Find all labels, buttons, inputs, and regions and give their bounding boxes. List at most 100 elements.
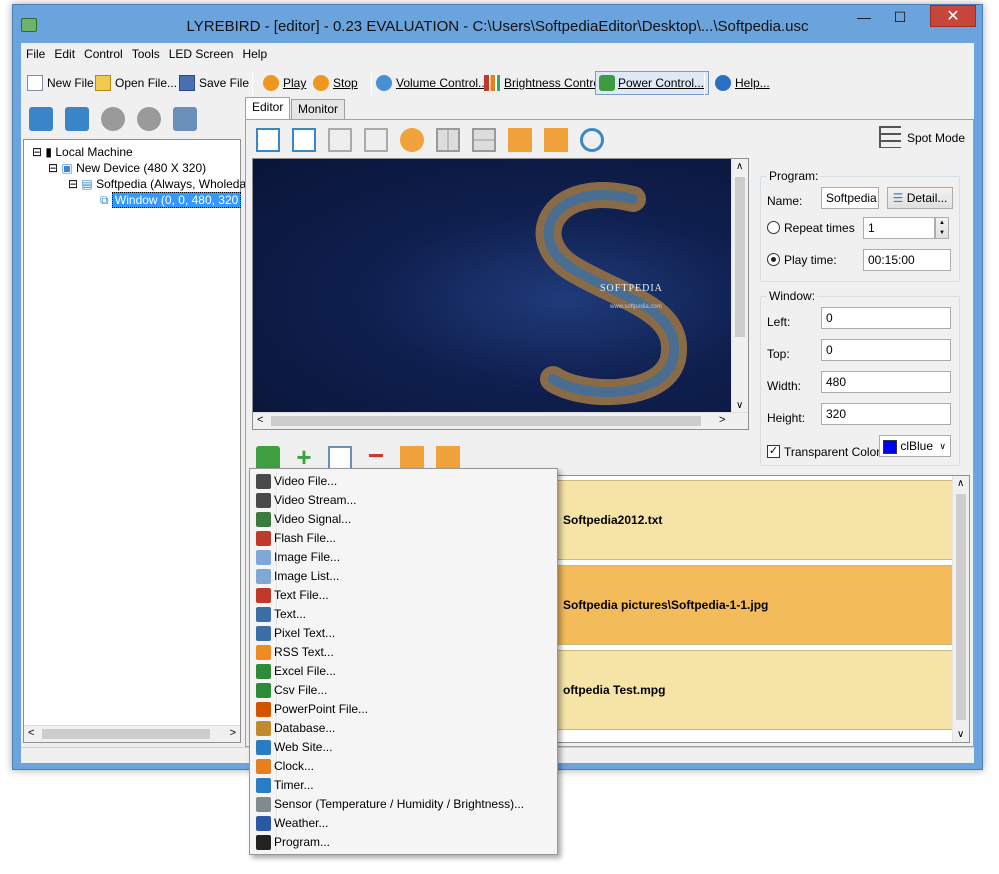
open-file-button[interactable]: Open File... bbox=[95, 72, 177, 96]
menu-item-video-signal[interactable]: Video Signal... bbox=[252, 510, 555, 529]
item-up-icon[interactable] bbox=[400, 446, 424, 470]
bring-front-icon[interactable] bbox=[328, 128, 352, 152]
repeat-times-field[interactable]: 1 bbox=[863, 217, 935, 239]
menu-item-text[interactable]: Text... bbox=[252, 605, 555, 624]
scroll-down-icon[interactable]: ∨ bbox=[957, 729, 964, 740]
fit-window-icon[interactable] bbox=[400, 128, 424, 152]
menu-item-flash-file[interactable]: Flash File... bbox=[252, 529, 555, 548]
left-field[interactable]: 0 bbox=[821, 307, 951, 329]
add-item-menu-icon[interactable] bbox=[256, 446, 280, 470]
maximize-button[interactable]: ☐ bbox=[886, 9, 914, 27]
delete-window-icon[interactable] bbox=[292, 128, 316, 152]
repeat-spin-buttons[interactable]: ▲ ▼ bbox=[935, 217, 949, 239]
split-vertical-icon[interactable] bbox=[436, 128, 460, 152]
item-properties-icon[interactable] bbox=[328, 446, 352, 470]
zoom-icon[interactable] bbox=[580, 128, 604, 152]
tree-node-device[interactable]: ⊟ ▣ New Device (480 X 320) bbox=[48, 160, 206, 176]
menu-edit[interactable]: Edit bbox=[49, 43, 79, 61]
split-horizontal-icon[interactable] bbox=[472, 128, 496, 152]
menu-help[interactable]: Help bbox=[237, 43, 271, 61]
play-button[interactable]: Play bbox=[263, 72, 306, 96]
power-control-button[interactable]: Power Control... bbox=[595, 71, 710, 95]
screen-preview[interactable]: SOFTPEDIA www.softpedia.com ∧ ∨ < > bbox=[252, 158, 749, 430]
menu-item-rss[interactable]: RSS Text... bbox=[252, 643, 555, 662]
menu-item-program[interactable]: Program... bbox=[252, 833, 555, 852]
menu-control[interactable]: Control bbox=[79, 43, 127, 61]
tree-node-window[interactable]: ⧉ Window (0, 0, 480, 320 bbox=[100, 192, 242, 208]
height-field[interactable]: 320 bbox=[821, 403, 951, 425]
menu-item-powerpoint-file[interactable]: PowerPoint File... bbox=[252, 700, 555, 719]
width-field[interactable]: 480 bbox=[821, 371, 951, 393]
align-left-icon[interactable] bbox=[508, 128, 532, 152]
main-toolbar: New File Open File... Save File Play Sto… bbox=[21, 67, 974, 99]
move-up-icon[interactable] bbox=[101, 107, 125, 131]
scroll-up-icon[interactable]: ∧ bbox=[957, 478, 964, 489]
menu-item-video-file[interactable]: Video File... bbox=[252, 472, 555, 491]
top-field[interactable]: 0 bbox=[821, 339, 951, 361]
stop-icon bbox=[313, 75, 329, 91]
volume-control-button[interactable]: Volume Control... bbox=[376, 72, 488, 96]
menu-led-screen[interactable]: LED Screen bbox=[164, 43, 238, 61]
align-right-icon[interactable] bbox=[544, 128, 568, 152]
scroll-right-icon[interactable]: > bbox=[719, 414, 725, 426]
tab-monitor[interactable]: Monitor bbox=[291, 99, 346, 119]
add-window-icon[interactable] bbox=[256, 128, 280, 152]
menu-file[interactable]: File bbox=[21, 43, 49, 61]
scroll-thumb[interactable] bbox=[735, 177, 745, 337]
play-time-field[interactable]: 00:15:00 bbox=[863, 249, 951, 271]
item-down-icon[interactable] bbox=[436, 446, 460, 470]
tab-editor[interactable]: Editor bbox=[245, 97, 291, 119]
menu-item-database[interactable]: Database... bbox=[252, 719, 555, 738]
stop-button[interactable]: Stop bbox=[313, 72, 358, 96]
tree-horizontal-scrollbar[interactable]: < > bbox=[24, 725, 240, 742]
scroll-left-icon[interactable]: < bbox=[257, 414, 263, 426]
menu-item-sensor[interactable]: Sensor (Temperature / Humidity / Brightn… bbox=[252, 795, 555, 814]
scroll-down-icon[interactable]: ∨ bbox=[736, 400, 743, 411]
remove-item-icon[interactable]: − bbox=[364, 442, 388, 470]
new-file-button[interactable]: New File bbox=[27, 72, 94, 96]
color-select[interactable]: clBlue ∨ bbox=[879, 435, 951, 457]
tree-node-local-machine[interactable]: ⊟ ▮ Local Machine bbox=[32, 144, 133, 160]
title-bar[interactable]: LYREBIRD - [editor] - 0.23 EVALUATION - … bbox=[13, 5, 982, 43]
transparent-color-checkbox[interactable]: ✓ bbox=[767, 445, 780, 458]
minimize-button[interactable]: — bbox=[850, 9, 878, 27]
menu-item-timer[interactable]: Timer... bbox=[252, 776, 555, 795]
scroll-thumb[interactable] bbox=[956, 494, 966, 720]
menu-item-excel-file[interactable]: Excel File... bbox=[252, 662, 555, 681]
play-time-radio[interactable] bbox=[767, 253, 780, 266]
close-button[interactable]: ✕ bbox=[930, 5, 976, 27]
help-button[interactable]: Help... bbox=[715, 72, 770, 96]
send-back-icon[interactable] bbox=[364, 128, 388, 152]
menu-item-video-stream[interactable]: Video Stream... bbox=[252, 491, 555, 510]
menu-item-pixel-text[interactable]: Pixel Text... bbox=[252, 624, 555, 643]
network-icon[interactable] bbox=[173, 107, 197, 131]
detail-button[interactable]: ☰ Detail... bbox=[887, 187, 953, 209]
menu-tools[interactable]: Tools bbox=[127, 43, 164, 61]
scroll-right-icon[interactable]: > bbox=[230, 727, 236, 739]
menu-item-weather[interactable]: Weather... bbox=[252, 814, 555, 833]
save-file-button[interactable]: Save File bbox=[179, 72, 249, 96]
spot-mode-button[interactable]: Spot Mode bbox=[878, 126, 965, 150]
scroll-up-icon[interactable]: ∧ bbox=[736, 161, 743, 172]
scroll-thumb[interactable] bbox=[42, 729, 210, 739]
add-device-icon[interactable] bbox=[29, 107, 53, 131]
preview-horizontal-scrollbar[interactable]: < > bbox=[253, 412, 748, 429]
move-down-icon[interactable] bbox=[137, 107, 161, 131]
name-field[interactable]: Softpedia bbox=[821, 187, 879, 209]
list-vertical-scrollbar[interactable]: ∧ ∨ bbox=[952, 476, 969, 742]
scroll-thumb[interactable] bbox=[271, 416, 701, 426]
menu-item-image-list[interactable]: Image List... bbox=[252, 567, 555, 586]
preview-vertical-scrollbar[interactable]: ∧ ∨ bbox=[731, 159, 748, 413]
delete-device-icon[interactable] bbox=[65, 107, 89, 131]
menu-item-image-file[interactable]: Image File... bbox=[252, 548, 555, 567]
menu-item-clock[interactable]: Clock... bbox=[252, 757, 555, 776]
brightness-control-button[interactable]: Brightness Control bbox=[484, 72, 603, 96]
flash-file-icon bbox=[256, 531, 271, 546]
add-item-icon[interactable]: + bbox=[292, 444, 316, 470]
repeat-times-radio[interactable] bbox=[767, 221, 780, 234]
menu-item-csv-file[interactable]: Csv File... bbox=[252, 681, 555, 700]
scroll-left-icon[interactable]: < bbox=[28, 727, 34, 739]
menu-item-web-site[interactable]: Web Site... bbox=[252, 738, 555, 757]
tree-node-program[interactable]: ⊟ ▤ Softpedia (Always, Wholeda bbox=[68, 176, 246, 192]
menu-item-text-file[interactable]: Text File... bbox=[252, 586, 555, 605]
